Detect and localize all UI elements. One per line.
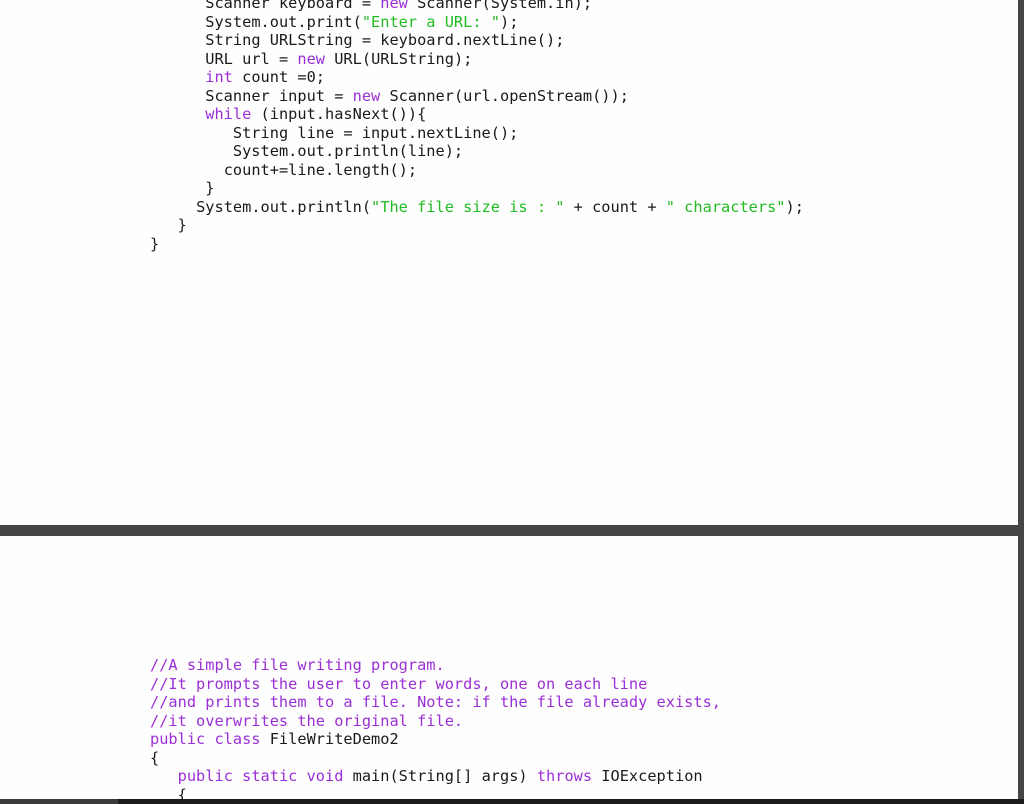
code-keyword: int <box>205 68 233 86</box>
code-keyword: public class <box>150 730 261 748</box>
code-text: Scanner keyboard = <box>205 0 381 12</box>
code-text: + count + <box>564 197 666 216</box>
code-text: (input.hasNext()){ <box>251 105 427 123</box>
code-text: IOException <box>592 767 703 785</box>
code-keyword: new <box>297 49 326 68</box>
code-keyword: public static void <box>177 767 344 785</box>
code-line: int count =0; <box>150 68 804 87</box>
code-text: } <box>205 179 215 197</box>
code-text: } <box>177 216 187 234</box>
code-comment: //A simple file writing program. <box>150 656 445 674</box>
code-text: String line = input.nextLine(); <box>232 123 519 142</box>
code-line: System.out.println(line); <box>150 142 804 161</box>
bottom-bar <box>0 799 1024 804</box>
code-text: Scanner input = <box>205 86 353 105</box>
code-line: String line = input.nextLine(); <box>150 124 804 143</box>
code-keyword: new <box>352 86 381 105</box>
code-line: URL url = new URL(URLString); <box>150 50 804 69</box>
code-text: String URLString = keyboard.nextLine(); <box>205 31 565 49</box>
code-text: } <box>150 234 160 253</box>
code-line: public static void main(String[] args) t… <box>150 767 721 786</box>
code-line: while (input.hasNext()){ <box>150 105 804 124</box>
code-text: ); <box>785 197 804 216</box>
code-line: Scanner keyboard = new Scanner(System.in… <box>150 0 804 13</box>
code-text: count =0; <box>232 68 326 86</box>
code-line: //It prompts the user to enter words, on… <box>150 675 721 694</box>
code-text: System.out.print( <box>205 12 362 31</box>
code-block-file-write-demo: //A simple file writing program.//It pro… <box>150 656 721 804</box>
code-text: Scanner(url.openStream()); <box>380 86 629 105</box>
bottom-bar-segment <box>0 799 118 804</box>
code-line: String URLString = keyboard.nextLine(); <box>150 31 804 50</box>
code-text: System.out.println(line); <box>232 142 464 160</box>
code-line: //and prints them to a file. Note: if th… <box>150 693 721 712</box>
code-keyword: new <box>380 0 408 12</box>
code-text: { <box>150 748 160 767</box>
code-string: "Enter a URL: " <box>361 12 500 31</box>
code-text: FileWriteDemo2 <box>260 730 399 748</box>
code-line: public class FileWriteDemo2 <box>150 730 721 749</box>
code-string: "The file size is : " <box>371 197 565 216</box>
code-line: { <box>150 749 721 768</box>
window-right-edge <box>1018 0 1024 804</box>
code-comment: //it overwrites the original file. <box>150 711 464 730</box>
code-line: System.out.println("The file size is : "… <box>150 198 804 217</box>
code-text: main(String[] args) <box>343 767 537 785</box>
code-line: //it overwrites the original file. <box>150 712 721 731</box>
code-line: Scanner input = new Scanner(url.openStre… <box>150 87 804 106</box>
code-text: System.out.println( <box>196 197 372 216</box>
code-line: System.out.print("Enter a URL: "); <box>150 13 804 32</box>
code-comment: //and prints them to a file. Note: if th… <box>150 693 721 711</box>
code-text: URL url = <box>205 49 298 68</box>
code-text: ); <box>499 12 519 31</box>
code-comment: //It prompts the user to enter words, on… <box>150 674 648 693</box>
code-text: URL(URLString); <box>325 49 473 68</box>
code-line: } <box>150 235 804 254</box>
code-line: //A simple file writing program. <box>150 656 721 675</box>
code-line: count+=line.length(); <box>150 161 804 180</box>
document-page-top: Scanner keyboard = new Scanner(System.in… <box>0 0 1018 525</box>
code-string: " characters" <box>665 197 786 216</box>
code-keyword: while <box>205 105 252 123</box>
code-line: } <box>150 216 804 235</box>
code-line: } <box>150 179 804 198</box>
code-block-url-reader: Scanner keyboard = new Scanner(System.in… <box>150 0 804 253</box>
code-text: count+=line.length(); <box>223 160 418 179</box>
code-text: Scanner(System.in); <box>407 0 593 12</box>
code-keyword: throws <box>536 767 593 785</box>
